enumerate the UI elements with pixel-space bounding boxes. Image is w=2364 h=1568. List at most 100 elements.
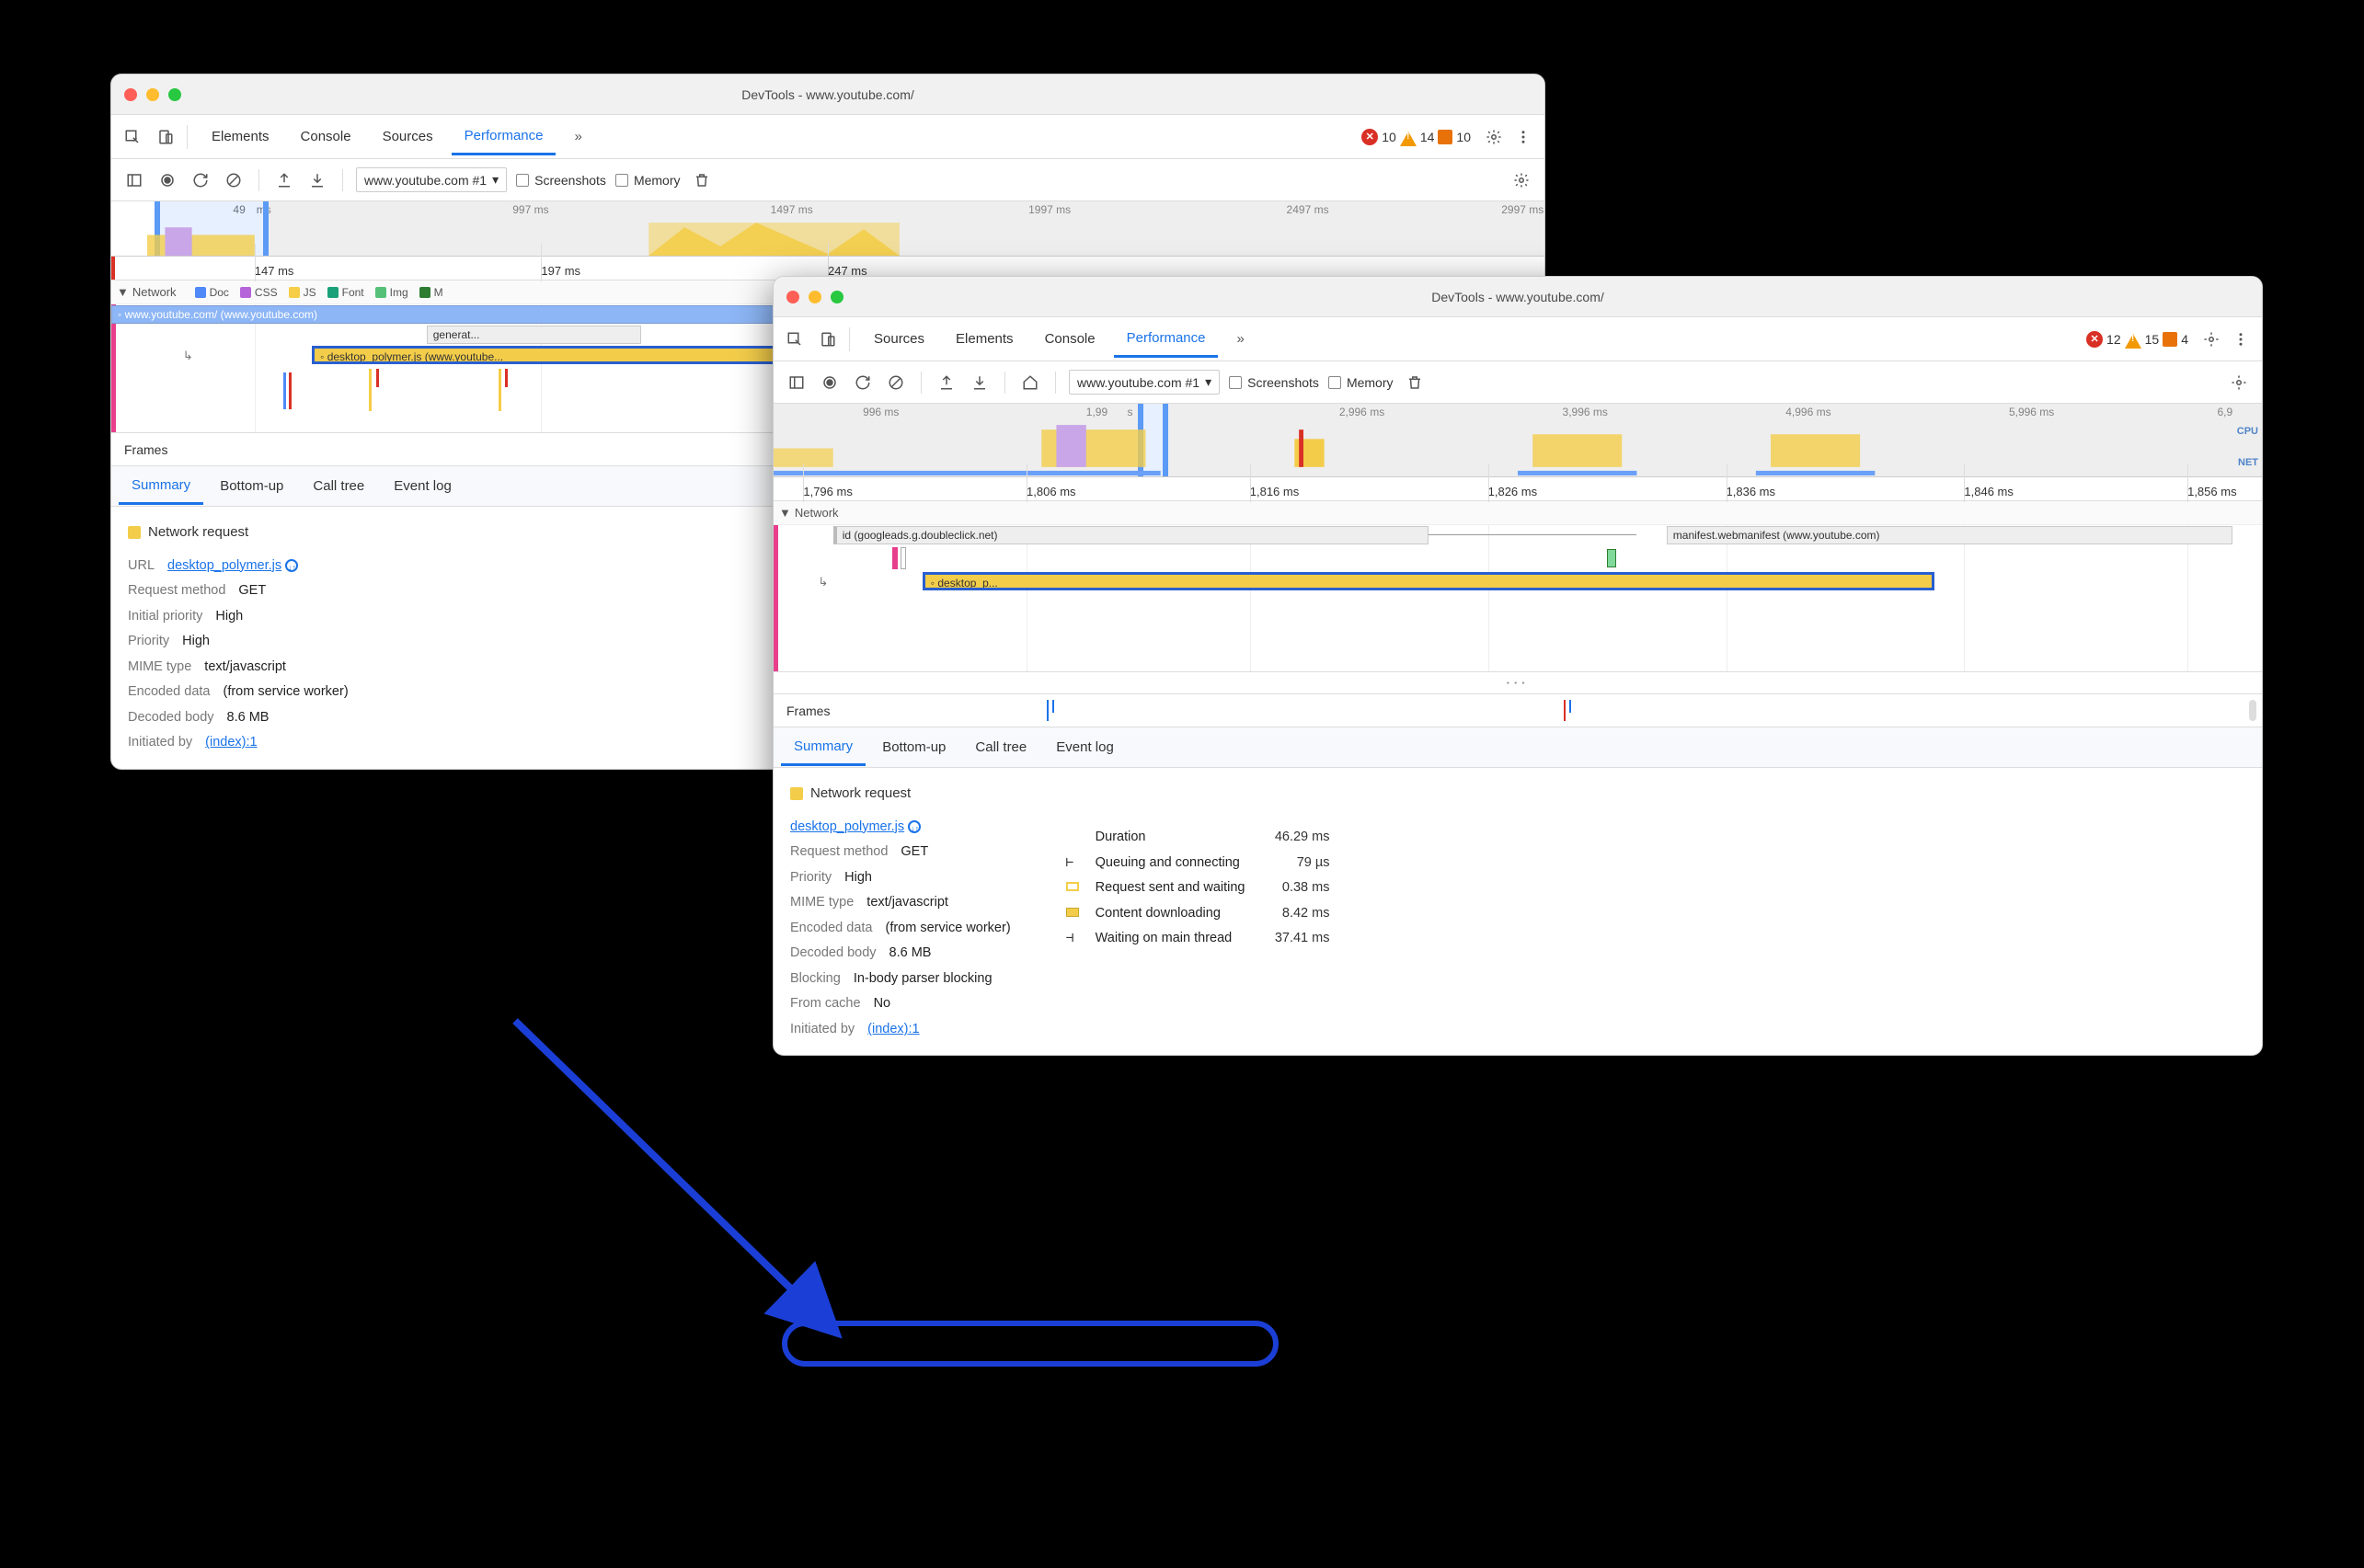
error-count: 12: [2106, 332, 2121, 347]
priority-value: High: [182, 629, 210, 655]
scrollbar[interactable]: [2249, 700, 2256, 721]
initiator-link[interactable]: (index):1: [867, 1022, 919, 1036]
inspect-icon[interactable]: [783, 327, 807, 351]
devtools-window-b: DevTools - www.youtube.com/ Sources Elem…: [773, 276, 2263, 1056]
url-link[interactable]: desktop_polymer.js: [167, 558, 281, 573]
device-icon[interactable]: [816, 327, 840, 351]
profile-select[interactable]: www.youtube.com #1 ▾: [356, 167, 507, 192]
ruler-tick: 1,856 ms: [2187, 485, 2236, 498]
clear-icon[interactable]: [884, 371, 908, 395]
issue-count: 4: [2181, 332, 2188, 347]
decoded-value: 8.6 MB: [227, 705, 270, 731]
dtab-eventlog[interactable]: Event log: [1043, 730, 1127, 764]
network-flame[interactable]: id (googleads.g.doubleclick.net) manifes…: [774, 525, 2262, 672]
record-icon[interactable]: [818, 371, 842, 395]
dtab-summary[interactable]: Summary: [781, 729, 866, 766]
ruler-tick: 1,806 ms: [1027, 485, 1075, 498]
detail-heading: Network request: [810, 781, 911, 807]
inspect-icon[interactable]: [120, 125, 144, 149]
tabs-overflow[interactable]: »: [561, 120, 594, 154]
kebab-icon[interactable]: [1511, 125, 1535, 149]
reload-icon[interactable]: [189, 168, 212, 192]
toggle-sidebar-icon[interactable]: [785, 371, 809, 395]
clear-icon[interactable]: [222, 168, 246, 192]
initiator-link[interactable]: (index):1: [205, 735, 257, 750]
error-icon: ✕: [2086, 331, 2103, 348]
screenshots-checkbox[interactable]: Screenshots: [1229, 375, 1319, 390]
titlebar[interactable]: DevTools - www.youtube.com/: [111, 74, 1544, 115]
dtab-bottomup[interactable]: Bottom-up: [869, 730, 958, 764]
priority-value: High: [844, 865, 872, 891]
tabs-overflow[interactable]: »: [1223, 322, 1257, 356]
frames-strip[interactable]: Frames: [774, 694, 2262, 727]
panel-tabs: Elements Console Sources Performance » ✕…: [111, 115, 1544, 159]
trash-icon[interactable]: [690, 168, 714, 192]
error-icon: ✕: [1361, 129, 1378, 145]
tab-performance[interactable]: Performance: [452, 119, 557, 155]
tab-sources[interactable]: Sources: [861, 322, 937, 356]
flame-entry[interactable]: generat...: [427, 326, 642, 344]
encoded-value: (from service worker): [224, 680, 349, 705]
flame-entry[interactable]: id (googleads.g.doubleclick.net): [833, 526, 1429, 544]
frame-marker: [1052, 700, 1054, 713]
record-icon[interactable]: [155, 168, 179, 192]
flame-entry-selected[interactable]: ◦ desktop_p...: [923, 572, 1934, 590]
drag-handle[interactable]: ···: [774, 672, 2262, 694]
home-icon[interactable]: [1018, 371, 1042, 395]
memory-checkbox[interactable]: Memory: [1328, 375, 1394, 390]
tab-sources[interactable]: Sources: [370, 120, 446, 154]
dtab-calltree[interactable]: Call tree: [962, 730, 1039, 764]
dtab-summary[interactable]: Summary: [119, 468, 203, 505]
issues-summary[interactable]: ✕12 !15 4: [2081, 331, 2194, 348]
gear-icon[interactable]: [2227, 371, 2251, 395]
download-icon[interactable]: [305, 168, 329, 192]
flame-ruler[interactable]: 1,796 ms 1,806 ms 1,816 ms 1,826 ms 1,83…: [774, 477, 2262, 501]
dtab-eventlog[interactable]: Event log: [381, 469, 465, 503]
kebab-icon[interactable]: [2229, 327, 2253, 351]
tab-elements[interactable]: Elements: [199, 120, 282, 154]
profile-select[interactable]: www.youtube.com #1 ▾: [1069, 370, 1220, 395]
ruler-tick: 1,796 ms: [803, 485, 852, 498]
reload-icon[interactable]: [851, 371, 875, 395]
frames-label: Frames: [786, 704, 830, 718]
encoded-value: (from service worker): [886, 916, 1011, 942]
profile-label: www.youtube.com #1: [1077, 375, 1199, 390]
screenshots-checkbox[interactable]: Screenshots: [516, 173, 606, 188]
gear-icon[interactable]: [1509, 168, 1533, 192]
chevron-down-icon: ▾: [492, 172, 499, 188]
preload-icon: [285, 559, 298, 572]
wait-value: 37.41 ms: [1256, 926, 1329, 952]
memory-checkbox[interactable]: Memory: [615, 173, 681, 188]
flame-entry[interactable]: manifest.webmanifest (www.youtube.com): [1667, 526, 2232, 544]
upload-icon[interactable]: [272, 168, 296, 192]
queue-icon: ⊢: [1066, 851, 1084, 876]
tab-elements[interactable]: Elements: [943, 322, 1027, 356]
initiator-arrow-icon: ↳: [183, 349, 193, 363]
queue-value: 79 µs: [1256, 851, 1329, 876]
gear-icon[interactable]: [2199, 327, 2223, 351]
window-title: DevTools - www.youtube.com/: [774, 290, 2262, 304]
dtab-calltree[interactable]: Call tree: [300, 469, 377, 503]
annotation-arrow: [497, 1012, 883, 1379]
trash-icon[interactable]: [1403, 371, 1427, 395]
toggle-sidebar-icon[interactable]: [122, 168, 146, 192]
window-title: DevTools - www.youtube.com/: [111, 87, 1544, 102]
network-track-header[interactable]: ▼ Network: [774, 501, 2262, 525]
tab-performance[interactable]: Performance: [1114, 321, 1219, 358]
device-icon[interactable]: [154, 125, 178, 149]
dtab-bottomup[interactable]: Bottom-up: [207, 469, 296, 503]
timing-breakdown: Duration46.29 ms ⊢Queuing and connecting…: [1066, 825, 1330, 1042]
tab-console[interactable]: Console: [288, 120, 364, 154]
overview-timeline[interactable]: 996 ms 1,99 s 2,996 ms 3,996 ms 4,996 ms…: [774, 404, 2262, 477]
frame-marker: [1047, 700, 1049, 721]
upload-icon[interactable]: [935, 371, 958, 395]
tab-console[interactable]: Console: [1032, 322, 1108, 356]
titlebar[interactable]: DevTools - www.youtube.com/: [774, 277, 2262, 317]
ruler-tick: 147 ms: [255, 264, 294, 278]
perf-toolbar: www.youtube.com #1 ▾ Screenshots Memory: [774, 361, 2262, 404]
url-link[interactable]: desktop_polymer.js: [790, 819, 904, 834]
sent-value: 0.38 ms: [1256, 876, 1329, 901]
gear-icon[interactable]: [1482, 125, 1506, 149]
download-icon[interactable]: [968, 371, 992, 395]
issues-summary[interactable]: ✕10 !14 10: [1356, 129, 1476, 145]
